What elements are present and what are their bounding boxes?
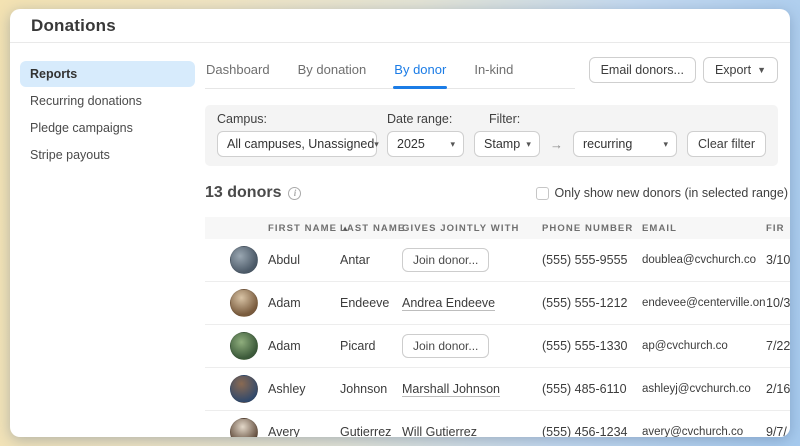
donations-window: Donations Reports Recurring donations Pl… [10, 9, 790, 437]
email-donors-label: Email donors... [601, 63, 684, 77]
cell-phone: (555) 485-6110 [542, 382, 642, 396]
cell-last-name: Gutierrez [340, 425, 402, 437]
join-donor-button[interactable]: Join donor... [402, 248, 489, 272]
window-header: Donations [10, 9, 790, 43]
first-donation-header[interactable]: FIR [766, 223, 790, 234]
caret-down-icon: ▼ [757, 66, 766, 75]
cell-email: ap@cvchurch.co [642, 340, 766, 352]
filter-label: Filter: [489, 112, 520, 126]
cell-last-name: Antar [340, 253, 402, 267]
avatar [230, 418, 258, 437]
table-row[interactable]: Abdul Antar Join donor... (555) 555-9555… [205, 239, 790, 282]
sidebar-item-stripe-payouts[interactable]: Stripe payouts [20, 142, 195, 168]
filter-term-select[interactable]: recurring ▾ [573, 131, 677, 157]
donors-summary-row: 13 donors i Only show new donors (in sel… [205, 184, 788, 202]
cell-first-donation: 9/7/ [766, 425, 790, 437]
cell-last-name: Picard [340, 339, 402, 353]
page-title: Donations [31, 16, 116, 36]
clear-filter-label: Clear filter [698, 137, 755, 151]
cell-first-name: Adam [268, 339, 340, 353]
sidebar-item-recurring-donations[interactable]: Recurring donations [20, 88, 195, 114]
campus-label: Campus: [217, 112, 387, 126]
table-header-row: FIRST NAME▲ LAST NAME GIVES JOINTLY WITH… [205, 217, 790, 239]
cell-email: endevee@centerville.online [642, 297, 766, 309]
campus-select[interactable]: All campuses, Unassigned ▾ [217, 131, 377, 157]
last-name-header[interactable]: LAST NAME [340, 223, 402, 234]
phone-number-header[interactable]: PHONE NUMBER [542, 223, 642, 234]
sidebar-item-pledge-campaigns[interactable]: Pledge campaigns [20, 115, 195, 141]
cell-first-donation: 10/3 [766, 296, 790, 310]
cell-first-name: Avery [268, 425, 340, 437]
export-button[interactable]: Export ▼ [703, 57, 778, 83]
table-row[interactable]: Avery Gutierrez Will Gutierrez (555) 456… [205, 411, 790, 437]
cell-first-name: Abdul [268, 253, 340, 267]
sidebar-item-reports[interactable]: Reports [20, 61, 195, 87]
table-row[interactable]: Ashley Johnson Marshall Johnson (555) 48… [205, 368, 790, 411]
cell-first-name: Adam [268, 296, 340, 310]
main-content: Dashboard By donation By donor In-kind E… [205, 43, 790, 436]
new-donors-filter: Only show new donors (in selected range) [536, 186, 788, 200]
cell-email: doublea@cvchurch.co [642, 254, 766, 266]
cell-phone: (555) 555-1330 [542, 339, 642, 353]
cell-first-donation: 7/22 [766, 339, 790, 353]
joint-donor-link[interactable]: Will Gutierrez [402, 425, 477, 437]
cell-first-donation: 3/10 [766, 253, 790, 267]
avatar [230, 375, 258, 403]
filter-term-value: recurring [583, 137, 632, 151]
email-header[interactable]: EMAIL [642, 223, 766, 234]
date-range-value: 2025 [397, 137, 425, 151]
tabs-row: Dashboard By donation By donor In-kind E… [205, 57, 778, 89]
cell-phone: (555) 555-1212 [542, 296, 642, 310]
first-name-header[interactable]: FIRST NAME▲ [268, 223, 340, 234]
cell-first-donation: 2/16 [766, 382, 790, 396]
only-new-donors-checkbox[interactable] [536, 187, 549, 200]
cell-email: ashleyj@cvchurch.co [642, 383, 766, 395]
cell-last-name: Johnson [340, 382, 402, 396]
cell-first-name: Ashley [268, 382, 340, 396]
info-icon[interactable]: i [288, 187, 301, 200]
first-name-header-label: FIRST NAME [268, 223, 337, 234]
joint-donor-link[interactable]: Andrea Endeeve [402, 296, 495, 311]
cell-email: avery@cvchurch.co [642, 426, 766, 437]
tab-in-kind[interactable]: In-kind [473, 58, 514, 88]
export-label: Export [715, 63, 751, 77]
email-donors-button[interactable]: Email donors... [589, 57, 696, 83]
filter-field-value: Stamp [484, 137, 520, 151]
cell-phone: (555) 555-9555 [542, 253, 642, 267]
avatar [230, 246, 258, 274]
donors-count-label: 13 donors [205, 184, 281, 202]
caret-down-icon: ▾ [374, 140, 379, 149]
gives-jointly-with-header[interactable]: GIVES JOINTLY WITH [402, 223, 542, 234]
join-donor-button[interactable]: Join donor... [402, 334, 489, 358]
arrow-right-icon: → [550, 137, 563, 152]
caret-down-icon: ▾ [664, 140, 669, 149]
donors-count: 13 donors i [205, 184, 301, 202]
caret-down-icon: ▾ [526, 140, 531, 149]
filter-field-select[interactable]: Stamp ▾ [474, 131, 540, 157]
header-actions: Email donors... Export ▼ [589, 57, 778, 89]
avatar [230, 289, 258, 317]
date-range-label: Date range: [387, 112, 489, 126]
filter-labels: Campus: Date range: Filter: [217, 112, 766, 126]
tab-bar: Dashboard By donation By donor In-kind [205, 58, 575, 89]
table-row[interactable]: Adam Picard Join donor... (555) 555-1330… [205, 325, 790, 368]
donors-table: FIRST NAME▲ LAST NAME GIVES JOINTLY WITH… [205, 217, 790, 437]
sidebar: Reports Recurring donations Pledge campa… [10, 43, 205, 436]
date-range-select[interactable]: 2025 ▾ [387, 131, 464, 157]
joint-donor-link[interactable]: Marshall Johnson [402, 382, 500, 397]
cell-phone: (555) 456-1234 [542, 425, 642, 437]
tab-dashboard[interactable]: Dashboard [205, 58, 271, 88]
cell-last-name: Endeeve [340, 296, 402, 310]
tab-by-donation[interactable]: By donation [297, 58, 368, 88]
campus-value: All campuses, Unassigned [227, 137, 374, 151]
caret-down-icon: ▾ [451, 140, 456, 149]
filter-controls: All campuses, Unassigned ▾ 2025 ▾ Stamp … [217, 131, 766, 157]
table-row[interactable]: Adam Endeeve Andrea Endeeve (555) 555-12… [205, 282, 790, 325]
clear-filter-button[interactable]: Clear filter [687, 131, 766, 157]
filter-panel: Campus: Date range: Filter: All campuses… [205, 105, 778, 166]
only-new-donors-label: Only show new donors (in selected range) [555, 186, 788, 200]
tab-by-donor[interactable]: By donor [393, 58, 447, 88]
avatar [230, 332, 258, 360]
